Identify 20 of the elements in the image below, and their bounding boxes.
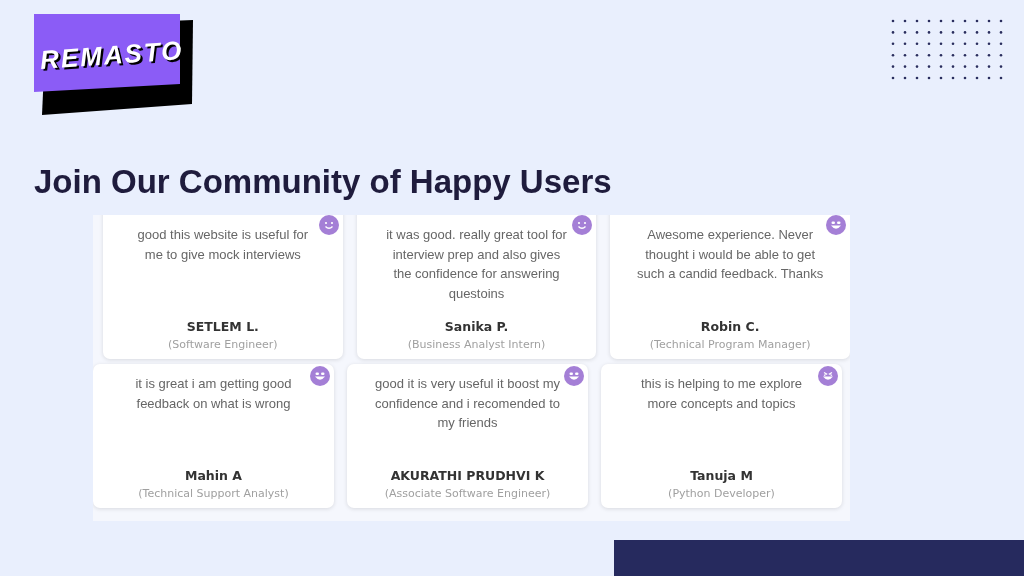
user-name: Tanuja M <box>690 468 753 483</box>
testimonial-quote: Awesome experience. Never thought i would be able to get such a candid feedback. Thanks <box>636 226 825 283</box>
user-role: (Software Engineer) <box>168 338 278 351</box>
testimonial-quote: it is great i am getting good feedback on what is wrong <box>134 375 293 413</box>
user-name: SETLEM L. <box>186 319 259 334</box>
user-name: Robin C. <box>700 319 760 334</box>
user-role: (Business Analyst Intern) <box>407 338 546 351</box>
user-name: Mahin A <box>185 468 242 483</box>
user-name: AKURATHI PRUDHVI K <box>390 468 545 483</box>
logo: REMASTO <box>34 14 193 115</box>
user-role: (Technical Program Manager) <box>649 338 811 351</box>
user-role: (Technical Support Analyst) <box>138 487 289 500</box>
user-name: Sanika P. <box>444 319 509 334</box>
user-role: (Python Developer) <box>668 487 775 500</box>
testimonial-quote: good it is very useful it boost my confidence and i recomended to my friends <box>374 375 561 432</box>
page-title: Join Our Community of Happy Users <box>34 163 613 201</box>
user-role: (Associate Software Engineer) <box>384 487 551 500</box>
testimonial-quote: good this website is useful for me to give mock interviews <box>136 226 310 264</box>
testimonial-quote: this is helping to me explore more concepts and topics <box>639 375 804 413</box>
testimonial-quote: it was good. really great tool for interview prep and also gives the confidence for answering questoins <box>385 226 568 303</box>
